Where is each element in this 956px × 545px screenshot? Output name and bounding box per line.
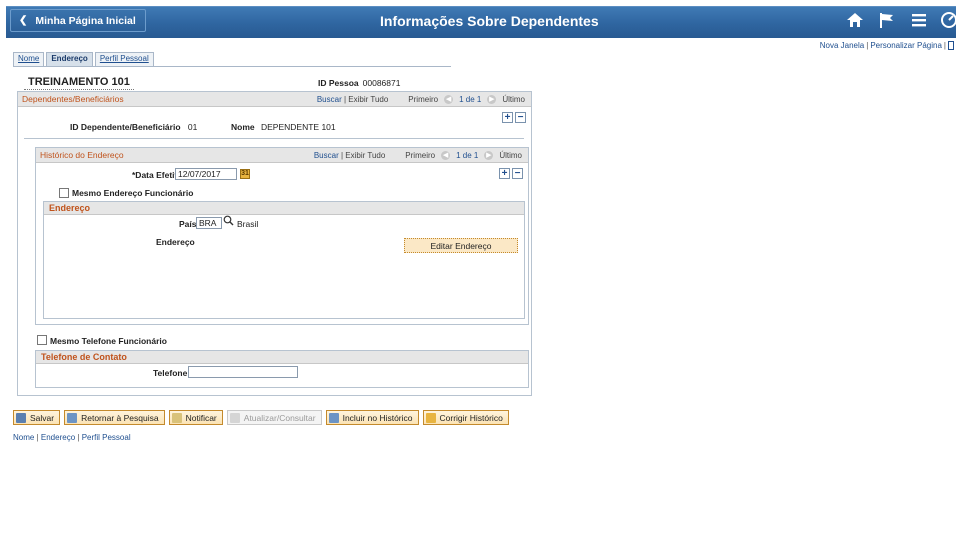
tab-perfil-pessoal[interactable]: Perfil Pessoal xyxy=(94,52,154,66)
same-address-label: Mesmo Endereço Funcionário xyxy=(72,188,194,198)
dependent-name-row: Nome DEPENDENTE 101 xyxy=(231,122,336,132)
notify-icon xyxy=(171,412,182,423)
correct-history-button[interactable]: Corrigir Histórico xyxy=(422,410,509,425)
top-links: Nova Janela | Personalizar Página | xyxy=(820,41,954,51)
country-input[interactable] xyxy=(196,217,222,229)
bottom-link-nome[interactable]: Nome xyxy=(13,433,34,442)
save-icon xyxy=(16,412,26,423)
dependents-nav: Buscar | Exibir Tudo Primeiro ◀ 1 de 1 ▶… xyxy=(316,94,525,104)
address-history-box: Histórico do Endereço Buscar | Exibir Tu… xyxy=(35,147,529,325)
include-history-button[interactable]: Incluir no Histórico xyxy=(325,410,419,425)
address-first: Primeiro xyxy=(405,150,436,160)
address-count: 1 de 1 xyxy=(456,150,479,160)
person-id-value: 00086871 xyxy=(362,78,401,88)
add-row-icon[interactable]: + xyxy=(499,168,510,179)
contact-phone-section: Telefone de Contato Telefone xyxy=(35,350,529,388)
prev-arrow-icon[interactable]: ◀ xyxy=(444,94,454,104)
dependent-name-value: DEPENDENTE 101 xyxy=(261,122,336,132)
bottom-links: Nome | Endereço | Perfil Pessoal xyxy=(13,433,131,442)
tab-divider xyxy=(13,66,451,67)
dependents-find-link[interactable]: Buscar xyxy=(317,95,342,104)
tab-nome[interactable]: Nome xyxy=(13,52,45,66)
dependent-id-label: ID Dependente/Beneficiário xyxy=(70,122,181,132)
dependents-count: 1 de 1 xyxy=(459,94,482,104)
return-icon xyxy=(67,412,78,423)
search-icon[interactable] xyxy=(223,215,234,229)
dependents-view-all[interactable]: Exibir Tudo xyxy=(348,95,388,104)
dependents-header: Dependentes/Beneficiários Buscar | Exibi… xyxy=(18,92,531,107)
include-history-icon xyxy=(328,412,339,423)
update-display-button[interactable]: Atualizar/Consultar xyxy=(226,410,322,425)
address-section: Endereço País Brasil Endereço xyxy=(43,201,525,319)
phone-label: Telefone xyxy=(153,368,188,378)
delete-row-icon[interactable]: − xyxy=(512,168,523,179)
divider xyxy=(24,138,524,139)
dependents-last: Último xyxy=(502,94,525,104)
same-address-label-wrap: Mesmo Endereço Funcionário xyxy=(72,188,193,198)
dependents-title: Dependentes/Beneficiários xyxy=(22,94,124,104)
next-arrow-icon[interactable]: ▶ xyxy=(484,150,494,160)
address-history-title: Histórico do Endereço xyxy=(40,150,124,160)
address-section-title: Endereço xyxy=(44,202,524,215)
dependents-row-controls: + − xyxy=(502,112,526,123)
country-label: País xyxy=(179,219,197,229)
bottom-link-perfil-pessoal[interactable]: Perfil Pessoal xyxy=(82,433,131,442)
phone-label-wrap: Telefone xyxy=(153,368,187,378)
personalize-page-link[interactable]: Personalizar Página xyxy=(870,41,942,50)
update-icon xyxy=(229,412,240,423)
same-phone-checkbox[interactable] xyxy=(37,335,47,345)
dependent-id-row: ID Dependente/Beneficiário 01 xyxy=(70,122,197,132)
tab-endereco[interactable]: Endereço xyxy=(46,52,93,66)
same-phone-label-wrap: Mesmo Telefone Funcionário xyxy=(50,336,167,346)
save-button[interactable]: Salvar xyxy=(13,410,61,425)
same-address-checkbox[interactable] xyxy=(59,188,69,198)
notify-button[interactable]: Notificar xyxy=(168,410,223,425)
page-title: Informações Sobre Dependentes xyxy=(380,13,599,29)
home-icon[interactable] xyxy=(846,11,864,32)
home-page-label: Minha Página Inicial xyxy=(35,14,136,27)
address-history-nav: Buscar | Exibir Tudo Primeiro ◀ 1 de 1 ▶… xyxy=(313,150,522,160)
country-name: Brasil xyxy=(237,219,259,229)
dependents-box: Dependentes/Beneficiários Buscar | Exibi… xyxy=(17,91,532,396)
edit-address-button[interactable]: Editar Endereço xyxy=(404,238,518,253)
address-row-controls: + − xyxy=(499,168,523,179)
dependents-first: Primeiro xyxy=(408,94,439,104)
address-find-link[interactable]: Buscar xyxy=(314,151,339,160)
effdt-input[interactable] xyxy=(175,168,237,180)
calendar-icon[interactable]: 31 xyxy=(240,169,250,179)
phone-input[interactable] xyxy=(188,366,298,378)
chevron-left-icon: ❮ xyxy=(19,15,28,26)
address-view-all[interactable]: Exibir Tudo xyxy=(345,151,385,160)
menu-icon[interactable] xyxy=(910,11,928,32)
help-icon[interactable] xyxy=(948,41,954,51)
same-phone-label: Mesmo Telefone Funcionário xyxy=(50,336,167,346)
next-arrow-icon[interactable]: ▶ xyxy=(487,94,497,104)
bottom-link-endereco[interactable]: Endereço xyxy=(41,433,75,442)
app-header: ❮ Minha Página Inicial Informações Sobre… xyxy=(0,0,956,44)
prev-arrow-icon[interactable]: ◀ xyxy=(441,150,451,160)
correct-history-icon xyxy=(425,412,436,423)
employee-name: TREINAMENTO 101 xyxy=(28,76,130,88)
country-label-wrap: País xyxy=(179,219,197,229)
home-page-button[interactable]: ❮ Minha Página Inicial xyxy=(10,9,146,32)
delete-row-icon[interactable]: − xyxy=(515,112,526,123)
return-to-search-button[interactable]: Retornar à Pesquisa xyxy=(64,410,165,425)
person-id: ID Pessoa 00086871 xyxy=(318,78,400,88)
page-tabs: Nome Endereço Perfil Pessoal xyxy=(13,52,156,66)
address-last: Último xyxy=(499,150,522,160)
dependent-name-label: Nome xyxy=(231,122,255,132)
address-history-header: Histórico do Endereço Buscar | Exibir Tu… xyxy=(36,148,528,163)
address-label: Endereço xyxy=(156,237,195,247)
contact-phone-title: Telefone de Contato xyxy=(36,351,528,364)
employee-name-underline xyxy=(24,89,134,90)
new-window-link[interactable]: Nova Janela xyxy=(820,41,864,50)
dependent-id-value: 01 xyxy=(187,122,198,132)
person-id-label: ID Pessoa xyxy=(318,78,359,88)
navbar-icon[interactable] xyxy=(940,11,956,32)
action-toolbar: Salvar Retornar à Pesquisa Notificar Atu… xyxy=(13,410,509,425)
address-label-wrap: Endereço xyxy=(156,237,195,247)
add-row-icon[interactable]: + xyxy=(502,112,513,123)
flag-icon[interactable] xyxy=(878,11,896,32)
